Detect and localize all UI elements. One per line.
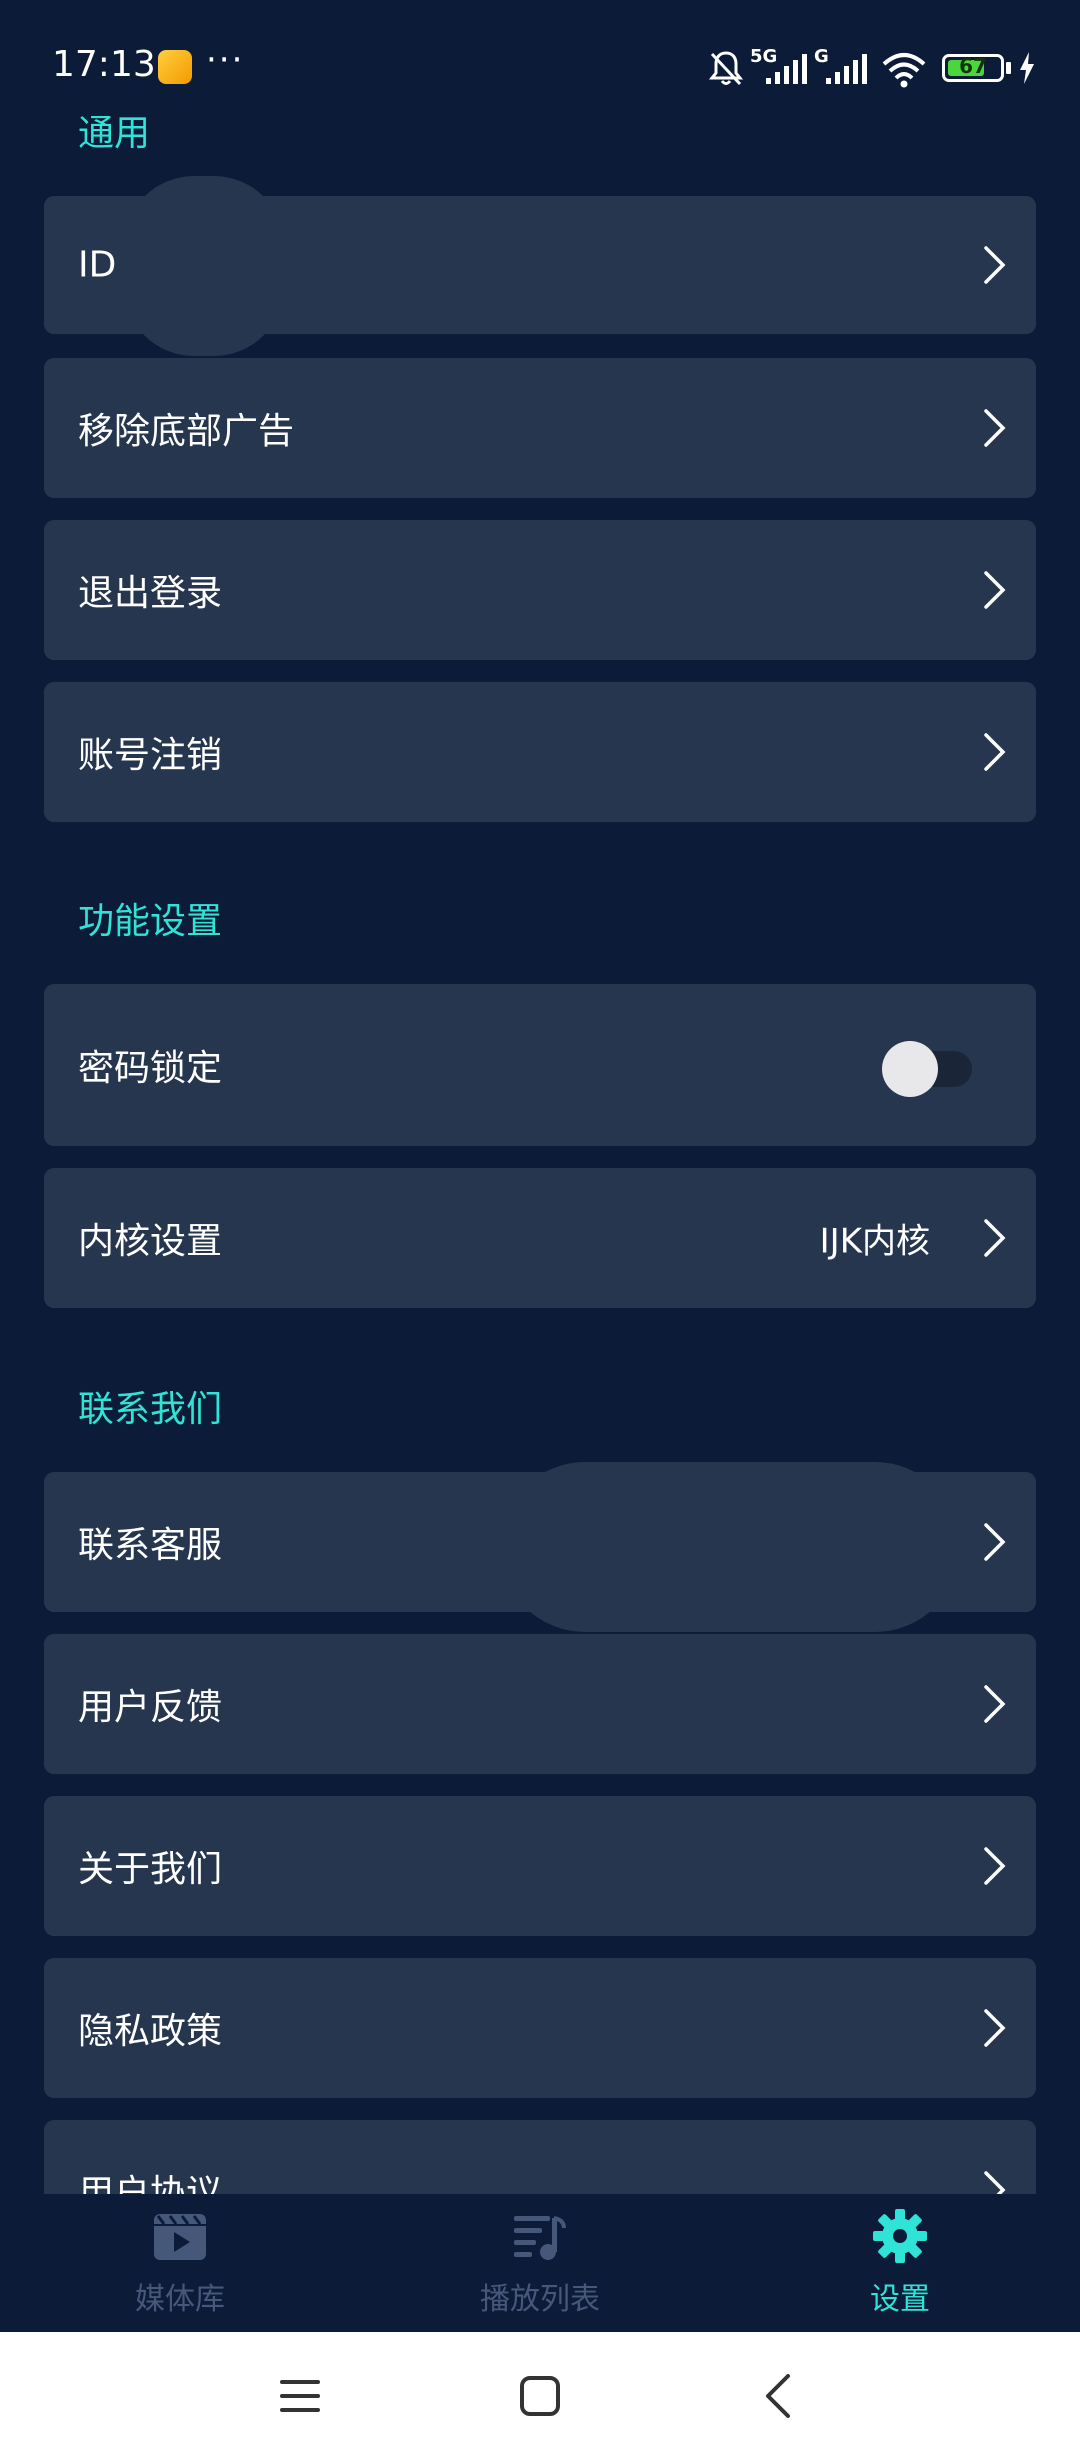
logout-item[interactable]: 退出登录 xyxy=(44,520,1036,660)
nav-playlist[interactable]: 播放列表 xyxy=(440,2194,640,2332)
user-feedback-item[interactable]: 用户反馈 xyxy=(44,1634,1036,1774)
password-lock-label: 密码锁定 xyxy=(78,1048,223,1089)
redaction-mark xyxy=(500,1462,960,1632)
bottom-navigation: 媒体库 播放列表 设置 xyxy=(0,2194,1080,2332)
chevron-right-icon xyxy=(984,733,1006,771)
nav-media-library-label: 媒体库 xyxy=(135,2282,225,2317)
redaction-mark xyxy=(124,176,284,356)
delete-account-label: 账号注销 xyxy=(78,735,223,776)
logout-label: 退出登录 xyxy=(78,573,223,614)
battery-icon: 67 xyxy=(942,54,1004,82)
about-us-item[interactable]: 关于我们 xyxy=(44,1796,1036,1936)
nav-playlist-label: 播放列表 xyxy=(480,2282,600,2317)
notification-app-icon xyxy=(158,50,192,84)
wifi-icon xyxy=(882,53,926,88)
status-bar: 17:13 ··· 5G G 67 xyxy=(0,0,1080,120)
chevron-right-icon xyxy=(984,1523,1006,1561)
home-icon[interactable] xyxy=(512,2368,568,2424)
system-navigation-bar xyxy=(0,2332,1080,2460)
chevron-right-icon xyxy=(984,571,1006,609)
menu-icon[interactable] xyxy=(272,2368,328,2424)
playlist-icon xyxy=(514,2216,566,2260)
signal-5g-icon xyxy=(766,54,807,84)
delete-account-item[interactable]: 账号注销 xyxy=(44,682,1036,822)
section-title-general: 通用 xyxy=(78,113,151,154)
charging-icon xyxy=(1020,52,1034,84)
chevron-right-icon xyxy=(984,1219,1006,1257)
kernel-settings-label: 内核设置 xyxy=(78,1221,223,1262)
customer-service-label: 联系客服 xyxy=(78,1525,223,1566)
more-notifications-icon: ··· xyxy=(206,40,245,80)
back-icon[interactable] xyxy=(752,2368,808,2424)
user-feedback-label: 用户反馈 xyxy=(78,1687,223,1728)
chevron-right-icon xyxy=(984,1685,1006,1723)
privacy-policy-label: 隐私政策 xyxy=(78,2011,223,2052)
section-title-features: 功能设置 xyxy=(78,901,223,942)
gear-icon xyxy=(873,2209,927,2263)
signal-g-icon xyxy=(826,54,867,84)
about-us-label: 关于我们 xyxy=(78,1849,223,1890)
mute-bell-icon xyxy=(708,51,744,86)
password-lock-item: 密码锁定 xyxy=(44,984,1036,1146)
nav-media-library[interactable]: 媒体库 xyxy=(80,2194,280,2332)
remove-ads-item[interactable]: 移除底部广告 xyxy=(44,358,1036,498)
video-library-icon xyxy=(154,2214,206,2260)
chevron-right-icon xyxy=(984,246,1006,284)
chevron-right-icon xyxy=(984,1847,1006,1885)
remove-ads-label: 移除底部广告 xyxy=(78,411,295,452)
nav-settings-label: 设置 xyxy=(870,2282,930,2317)
chevron-right-icon xyxy=(984,409,1006,447)
kernel-settings-item[interactable]: 内核设置 IJK内核 xyxy=(44,1168,1036,1308)
kernel-settings-value: IJK内核 xyxy=(819,1221,930,1262)
status-time: 17:13 xyxy=(52,44,156,85)
password-lock-toggle[interactable] xyxy=(882,1041,972,1097)
section-title-contact: 联系我们 xyxy=(78,1389,223,1430)
battery-level: 67 xyxy=(959,54,987,78)
nav-settings[interactable]: 设置 xyxy=(800,2194,1000,2332)
chevron-right-icon xyxy=(984,2009,1006,2047)
privacy-policy-item[interactable]: 隐私政策 xyxy=(44,1958,1036,2098)
